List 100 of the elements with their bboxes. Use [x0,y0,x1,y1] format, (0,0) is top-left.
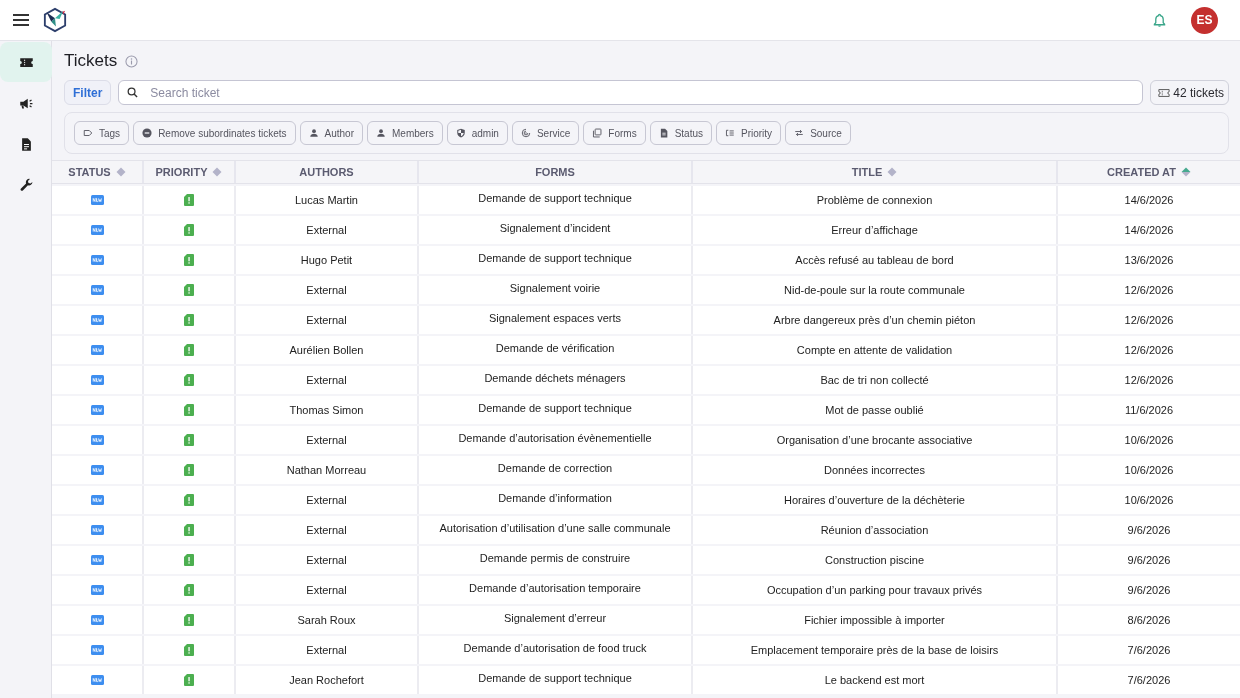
table-cell-text: Emplacement temporaire près de la base de loisirs [750,642,999,658]
new-badge-icon [90,525,104,535]
new-badge-icon [90,615,104,625]
filter-chip[interactable]: admin [446,121,508,145]
alert-card-icon [184,584,194,596]
table-cell-text: Accès refusé au tableau de bord [795,252,954,268]
table-cell-text: Thomas Simon [289,402,364,418]
table-cell-text: Demande de support technique [478,671,632,687]
table-cell-text: Occupation d’un parking pour travaux privés [766,582,983,598]
alert-card-icon [184,524,194,536]
avatar[interactable]: ES [1191,6,1218,34]
table-cell-text: Construction piscine [824,552,925,568]
info-icon[interactable] [125,54,139,68]
table-cell-text: Aurélien Bollen [289,342,364,358]
table-cell-text: 9/6/2026 [1127,552,1171,568]
table-cell-text: 14/6/2026 [1124,192,1174,208]
filter-chip[interactable]: Remove subordinates tickets [133,121,296,145]
document-icon [658,128,669,138]
filter-chip[interactable]: Source [785,121,851,145]
table-cell-text: Demande de support technique [478,251,632,267]
filter-chip[interactable]: Members [367,121,443,145]
table-cell-text: Demande de vérification [495,341,615,357]
table-cell-text: Signalement d’incident [499,221,611,237]
new-badge-icon [90,225,104,235]
table-cell-text: 7/6/2026 [1127,672,1171,688]
filter-chip[interactable]: Status [649,121,712,145]
table-cell-text: 14/6/2026 [1124,222,1174,238]
table-cell-text: Demande d’autorisation évènementielle [458,431,652,447]
table-cell-text: 12/6/2026 [1124,372,1174,388]
sort-icon[interactable] [115,167,126,177]
filter-chip[interactable]: Service [511,121,580,145]
column-header: CREATED AT [1107,164,1176,180]
filter-chip[interactable]: Tags [74,121,130,145]
column-header: FORMS [535,164,575,180]
table-cell-text: External [306,552,347,568]
person-icon [376,128,386,138]
wrench-icon [18,177,34,193]
table-cell-text: 12/6/2026 [1124,312,1174,328]
alert-card-icon [184,494,194,506]
alert-card-icon [184,644,194,656]
table-cell-text: Hugo Petit [300,252,353,268]
table-cell-text: Nid-de-poule sur la route communale [784,282,965,298]
new-badge-icon [90,195,104,205]
table-cell-text: Bac de tri non collecté [820,372,929,388]
alert-card-icon [184,254,194,266]
ticket-count-button[interactable]: 42 tickets [1150,80,1229,105]
alert-card-icon [184,464,194,476]
person-icon [308,128,319,138]
list-icon [725,128,735,138]
column-header: AUTHORS [299,164,354,180]
filter-button[interactable]: Filter [64,80,112,105]
new-badge-icon [90,585,104,595]
table-cell-text: Demande d’autorisation temporaire [469,581,641,597]
table-cell-text: Demande de support technique [478,191,632,207]
table-cell-text: Sarah Roux [297,612,356,628]
sort-icon[interactable] [887,167,898,177]
column-header: STATUS [68,164,111,180]
new-badge-icon [90,375,104,385]
table-cell-text: 10/6/2026 [1124,432,1174,448]
table-cell-text: 12/6/2026 [1124,282,1174,298]
table-cell-text: Demande permis de construire [479,551,631,567]
sort-icon[interactable] [1180,167,1191,177]
copy-icon [592,128,603,138]
table-cell-text: Données incorrectes [824,462,925,478]
menu-icon[interactable] [13,14,29,26]
table-cell-text: Autorisation d’utilisation d’une salle communale [439,521,671,537]
table-cell-text: External [306,642,347,658]
hexagon-logo [43,7,67,33]
table-cell-text: Mot de passe oublié [825,402,924,418]
minus-circle-icon [142,128,153,138]
table-cell-text: External [306,432,347,448]
bell-icon[interactable] [1153,13,1166,27]
filter-chip[interactable]: Forms [583,121,646,145]
new-badge-icon [90,435,104,445]
table-cell-text: Erreur d’affichage [831,222,918,238]
sort-icon[interactable] [212,167,223,177]
alert-card-icon [184,224,194,236]
filter-chip[interactable]: Author [299,121,363,145]
table-cell-text: Fichier impossible à importer [804,612,945,628]
table-cell-text: External [306,222,347,238]
table-cell-text: 9/6/2026 [1127,522,1171,538]
table-cell-text: 9/6/2026 [1127,582,1171,598]
alert-card-icon [184,674,194,686]
new-badge-icon [90,465,104,475]
sidebar-item[interactable] [0,42,52,82]
table-cell-text: 7/6/2026 [1127,642,1171,658]
table-cell-text: Le backend est mort [824,672,925,688]
new-badge-icon [90,345,104,355]
filter-chip[interactable]: Priority [716,121,782,145]
ticket-icon [1158,87,1171,98]
page-title: Tickets [64,51,118,71]
swap-icon [794,128,805,138]
table-cell-text: External [306,282,347,298]
search-field[interactable]: Search ticket [118,80,1144,105]
alert-card-icon [184,194,194,206]
new-badge-icon [90,255,104,265]
table-cell-text: 10/6/2026 [1124,492,1174,508]
table-cell-text: Demande d’autorisation de food truck [463,641,647,657]
alert-card-icon [184,374,194,386]
table-cell-text: Nathan Morreau [286,462,367,478]
